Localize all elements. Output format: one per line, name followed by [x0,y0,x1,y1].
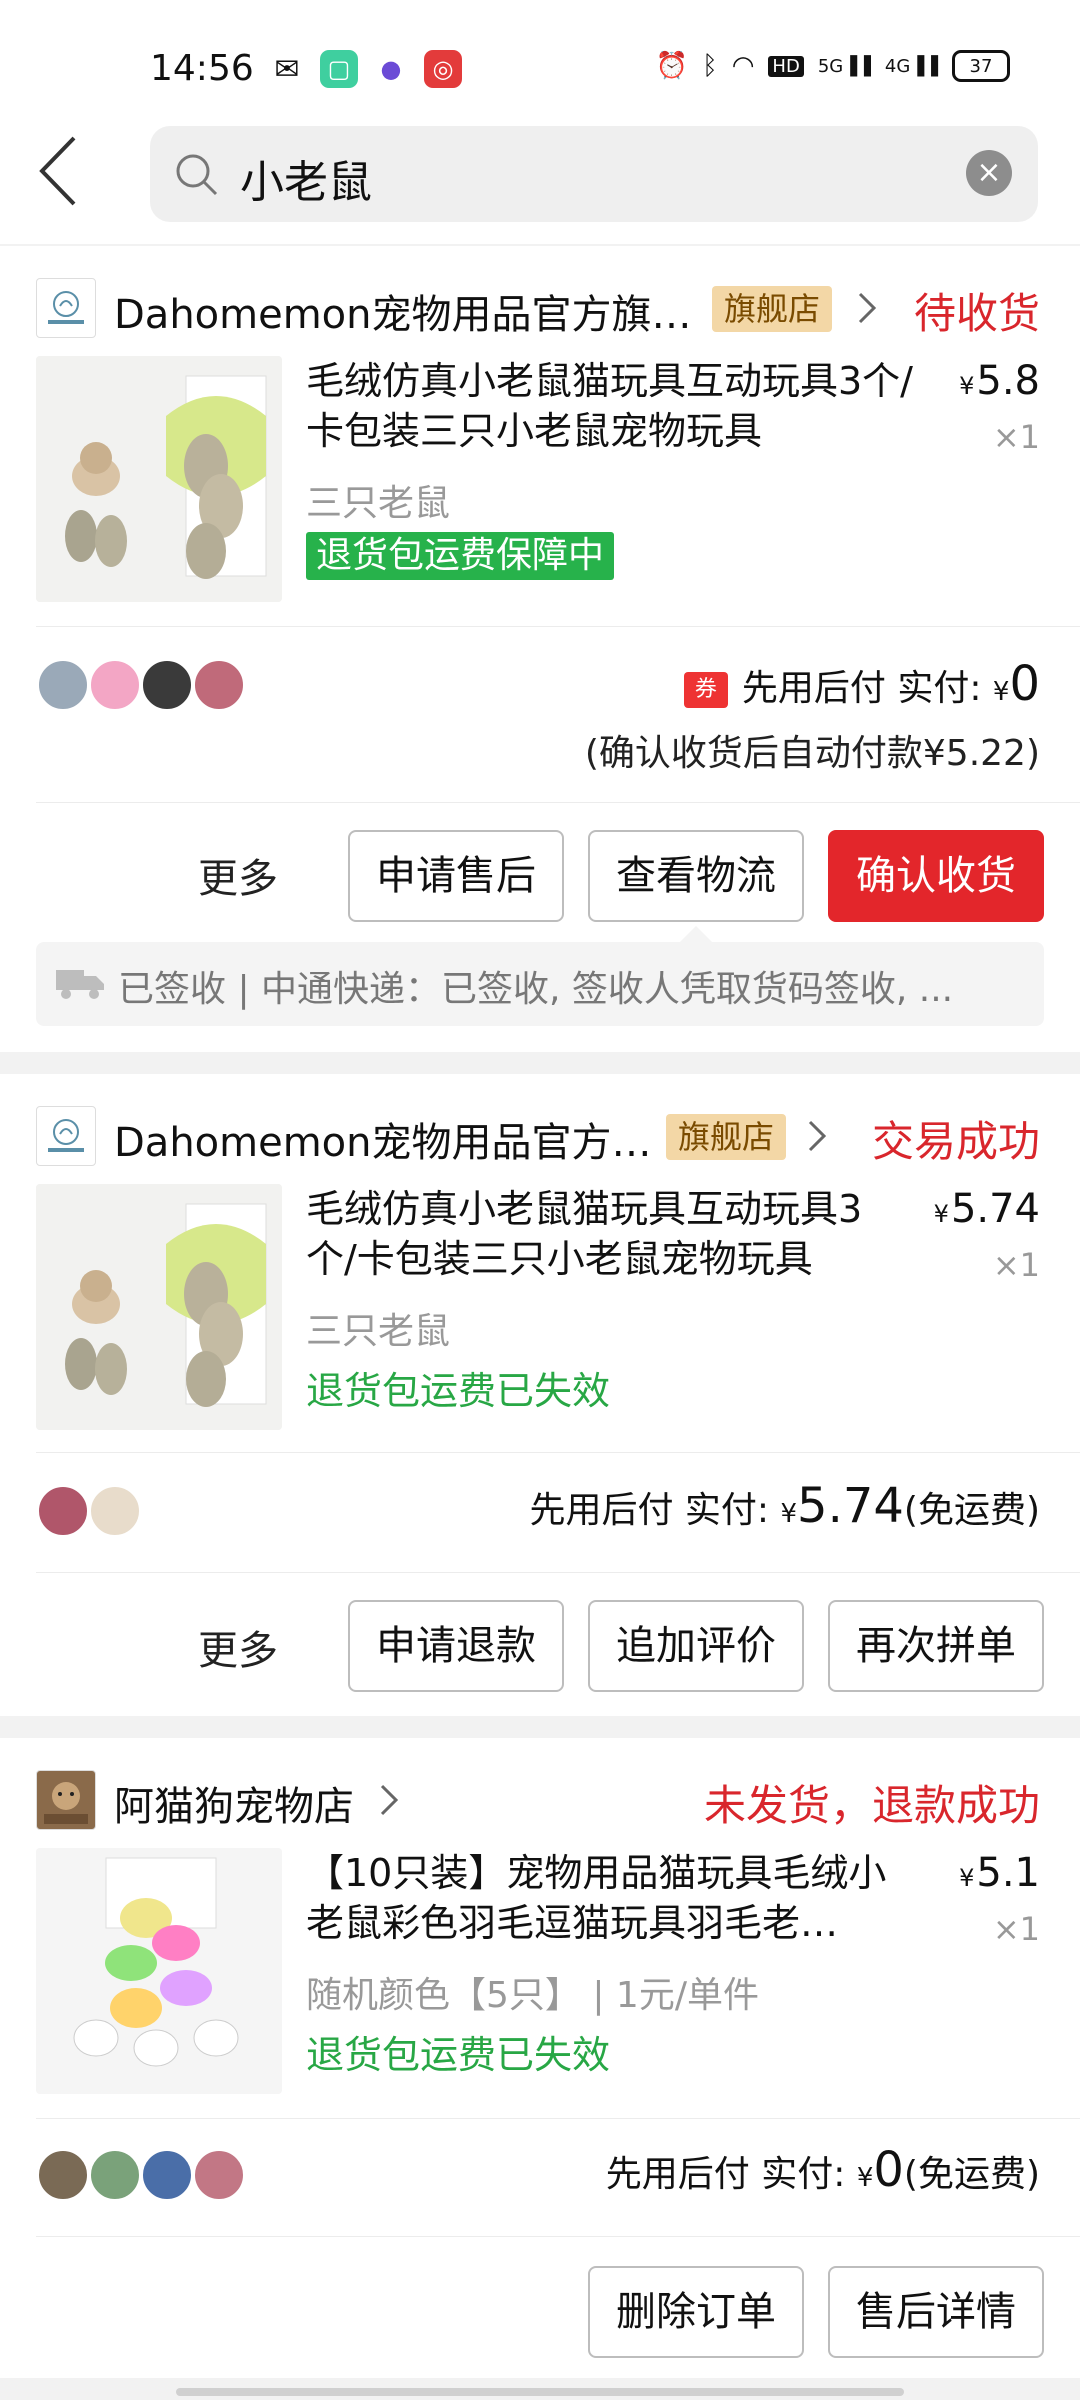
product-title[interactable]: 毛绒仿真小老鼠猫玩具互动玩具3个/卡包装三只小老鼠宠物玩具 [306,356,926,456]
product-image[interactable] [36,1184,282,1430]
bluetooth-icon: ᛒ [702,51,718,81]
signal-5g-icon: 5G▐▐ [817,55,871,77]
chevron-right-icon[interactable] [852,288,882,328]
clock: 14:56 [150,48,254,89]
hd-icon: HD [768,55,804,77]
search-bar[interactable]: 小老鼠 × [150,126,1038,222]
after-sales-button[interactable]: 申请售后 [348,830,564,922]
avatar [192,2148,246,2202]
divider [36,1452,1080,1453]
product-variant: 三只老鼠 [306,483,451,524]
reorder-button[interactable]: 再次拼单 [828,1600,1044,1692]
shop-name[interactable]: Dahomemon宠物用品官方旗… [114,282,692,340]
product-image[interactable] [36,356,282,602]
chevron-right-icon[interactable] [374,1780,404,1820]
avatar [36,2148,90,2202]
search-query[interactable]: 小老鼠 [240,146,372,210]
alarm-icon: ⏰ [655,51,689,81]
flagship-badge: 旗舰店 [712,286,833,332]
product-price: ¥5.8 [959,358,1040,404]
avatar [36,658,90,712]
product-quantity: ×1 [992,1910,1040,1948]
product-quantity: ×1 [992,418,1040,456]
logistics-status[interactable]: 已签收 | 中通快递：已签收, 签收人凭取货码签收, ... [36,942,1044,1026]
return-shipping-status: 退货包运费已失效 [306,2033,611,2077]
group-avatars[interactable] [36,2148,246,2202]
avatar [88,2148,142,2202]
top-bar: 14:56 ✉ ▢ ● ◎ ⏰ ᛒ ◠ HD 5G▐▐ 4G▐▐ 37 小老鼠 … [0,0,1080,244]
group-avatars[interactable] [36,1484,142,1538]
order-card: Dahomemon宠物用品官方… 旗舰店 交易成功 毛绒仿真小老鼠猫玩具互动玩具… [0,1074,1080,1716]
after-sales-details-button[interactable]: 售后详情 [828,2266,1044,2358]
coupon-icon: 券 [683,672,728,708]
return-shipping-status: 退货包运费已失效 [306,1369,611,1413]
flagship-badge: 旗舰店 [666,1114,787,1160]
clear-search-icon[interactable]: × [966,150,1012,196]
return-shipping-badge: 退货包运费保障中 [306,532,615,580]
shop-logo [36,1106,96,1166]
more-button[interactable]: 更多 [198,846,278,904]
wifi-icon: ◠ [731,51,755,81]
request-refund-button[interactable]: 申请退款 [348,1600,564,1692]
divider [36,626,1080,627]
chevron-right-icon[interactable] [802,1116,832,1156]
product-price: ¥5.74 [933,1186,1040,1232]
product-image[interactable] [36,1848,282,2094]
signal-4g-icon: 4G▐▐ [884,55,938,77]
divider [36,1572,1080,1573]
notification-icons: ✉ ▢ ● ◎ [268,50,462,88]
battery-icon: 37 [952,50,1010,82]
add-review-button[interactable]: 追加评价 [588,1600,804,1692]
divider [36,802,1080,803]
status-bar: 14:56 ✉ ▢ ● ◎ ⏰ ᛒ ◠ HD 5G▐▐ 4G▐▐ 37 [0,40,1080,104]
divider [36,2236,1080,2237]
order-status: 交易成功 [871,1117,1040,1166]
confirm-receipt-button[interactable]: 确认收货 [828,830,1044,922]
wechat-icon: ✉ [268,50,306,88]
payment-summary: 先用后付 实付: ¥5.74(免运费) [529,1478,1040,1534]
order-card: 阿猫狗宠物店 未发货，退款成功 【10只装】宠物用品猫玩具毛绒小老鼠彩色羽毛逗猫… [0,1738,1080,2378]
shop-name[interactable]: Dahomemon宠物用品官方… [114,1110,652,1168]
payment-summary: 先用后付 实付: ¥0(免运费) [605,2142,1040,2198]
product-title[interactable]: 毛绒仿真小老鼠猫玩具互动玩具3个/卡包装三只小老鼠宠物玩具 [306,1184,906,1284]
product-price: ¥5.1 [959,1850,1040,1896]
music-app-icon: ◎ [424,50,462,88]
avatar [88,1484,142,1538]
product-variant: 随机颜色【5只】 | 1元/单件 [306,1975,759,2016]
shop-header[interactable]: Dahomemon宠物用品官方旗… 旗舰店 待收货 [0,246,1080,362]
product-title[interactable]: 【10只装】宠物用品猫玩具毛绒小老鼠彩色羽毛逗猫玩具羽毛老… [306,1848,916,1948]
logistics-pointer [680,926,712,942]
view-logistics-button[interactable]: 查看物流 [588,830,804,922]
logistics-text: 已签收 | 中通快递：已签收, 签收人凭取货码签收, ... [118,969,954,1010]
payment-summary: 券先用后付 实付: ¥0 [683,656,1040,712]
shop-header[interactable]: 阿猫狗宠物店 未发货，退款成功 [0,1738,1080,1854]
app-notification-icon: ▢ [320,50,358,88]
group-avatars[interactable] [36,658,246,712]
avatar [140,2148,194,2202]
avatar [36,1484,90,1538]
product-variant: 三只老鼠 [306,1311,451,1352]
shop-logo [36,1770,96,1830]
truck-icon [56,970,104,999]
avatar [140,658,194,712]
avatar [192,658,246,712]
video-app-icon: ● [372,50,410,88]
system-icons: ⏰ ᛒ ◠ HD 5G▐▐ 4G▐▐ 37 [656,50,1010,82]
search-icon [176,154,218,196]
delete-order-button[interactable]: 删除订单 [588,2266,804,2358]
shop-header[interactable]: Dahomemon宠物用品官方… 旗舰店 交易成功 [0,1074,1080,1190]
order-status: 待收货 [913,289,1040,338]
divider [36,2118,1080,2119]
shop-logo [36,278,96,338]
shop-name[interactable]: 阿猫狗宠物店 [114,1774,354,1832]
scrollbar[interactable] [176,2388,904,2396]
more-button[interactable]: 更多 [198,1618,278,1676]
back-arrow-icon[interactable] [38,136,78,206]
order-status: 未发货，退款成功 [703,1781,1040,1830]
order-card: Dahomemon宠物用品官方旗… 旗舰店 待收货 毛绒仿真小老鼠猫玩具互动玩具… [0,246,1080,1052]
product-quantity: ×1 [992,1246,1040,1284]
auto-pay-note: (确认收货后自动付款¥5.22) [584,733,1040,774]
avatar [88,658,142,712]
